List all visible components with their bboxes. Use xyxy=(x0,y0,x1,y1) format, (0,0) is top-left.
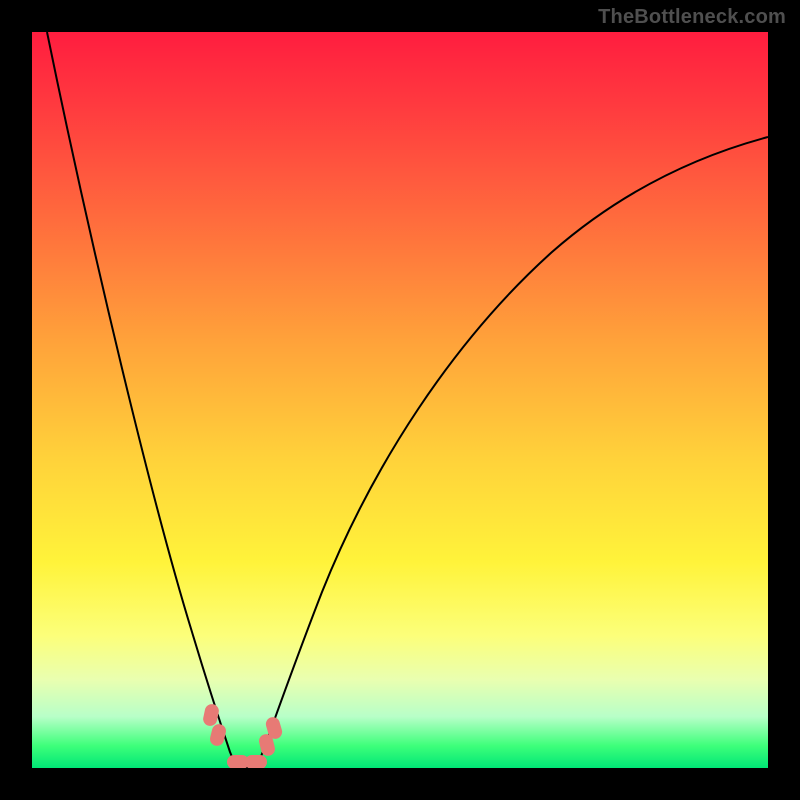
marker-bottom-mid xyxy=(245,755,267,768)
right-curve xyxy=(257,137,768,767)
marker-group xyxy=(202,703,284,768)
left-curve xyxy=(47,32,239,767)
watermark-text: TheBottleneck.com xyxy=(598,6,786,29)
marker-left-upper xyxy=(202,703,220,727)
chart-svg xyxy=(32,32,768,768)
marker-left-lower xyxy=(209,723,228,748)
